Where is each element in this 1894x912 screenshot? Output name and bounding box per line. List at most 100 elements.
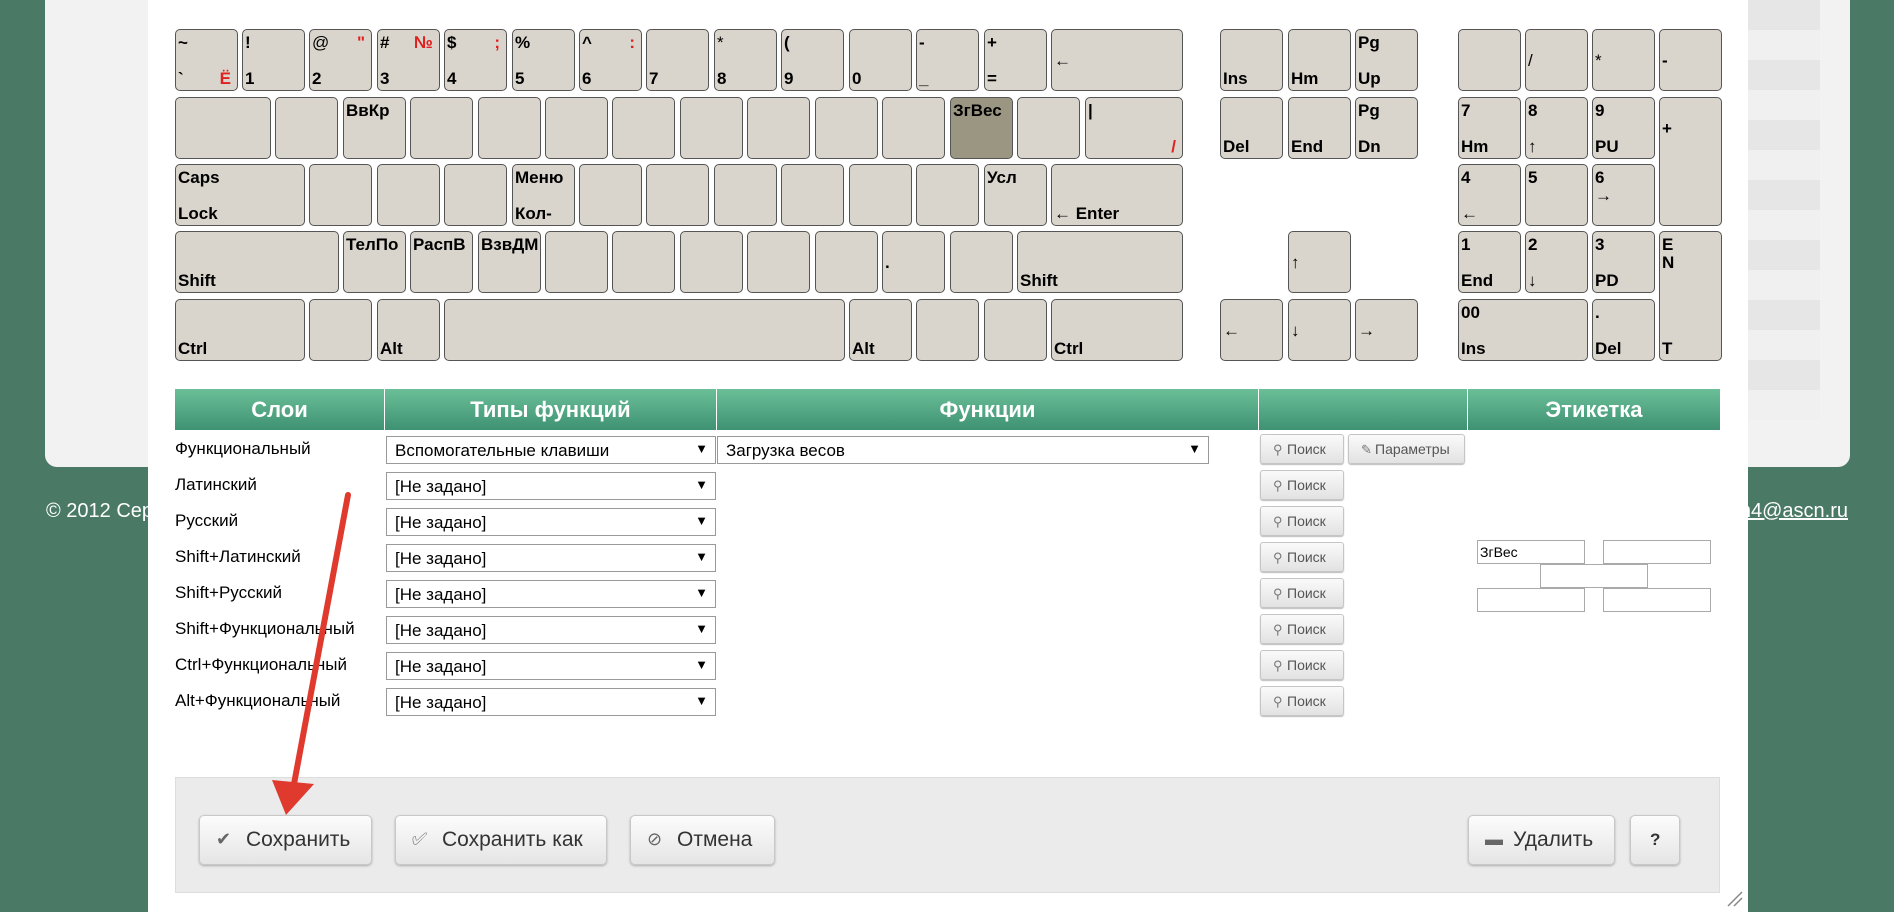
keyboard-key[interactable]: * 8 [714, 29, 777, 91]
keyboard-key[interactable]: EN T [1659, 231, 1722, 361]
keyboard-key[interactable] [984, 299, 1047, 361]
search-button[interactable]: ⚲ Поиск [1260, 686, 1344, 716]
keyboard-key[interactable]: ! 1 [242, 29, 305, 91]
label-input-2[interactable] [1603, 540, 1711, 564]
function-select[interactable]: Загрузка весов ▼ [717, 436, 1209, 464]
label-input-3[interactable] [1540, 564, 1648, 588]
function-type-select[interactable]: [Не задано] ▼ [386, 472, 716, 500]
label-input-1[interactable]: ЗгВес [1477, 540, 1585, 564]
function-type-select[interactable]: [Не задано] ▼ [386, 508, 716, 536]
keyboard-key[interactable] [680, 97, 743, 159]
keyboard-key[interactable]: ← [1220, 299, 1283, 361]
keyboard-key[interactable]: 00 Ins [1458, 299, 1588, 361]
keyboard-key[interactable] [1017, 97, 1080, 159]
keyboard-key[interactable] [377, 164, 440, 226]
search-button[interactable]: ⚲ Поиск [1260, 650, 1344, 680]
keyboard-key[interactable]: ТелПо [343, 231, 406, 293]
search-button[interactable]: ⚲ Поиск [1260, 542, 1344, 572]
keyboard-key[interactable]: 3 PD [1592, 231, 1655, 293]
keyboard-key[interactable] [410, 97, 473, 159]
keyboard-key[interactable]: ^: 6 [579, 29, 642, 91]
keyboard-key[interactable]: ← Enter [1051, 164, 1183, 226]
keyboard-key[interactable] [849, 164, 912, 226]
search-button[interactable]: ⚲ Поиск [1260, 434, 1344, 464]
function-type-select[interactable]: [Не задано] ▼ [386, 544, 716, 572]
keyboard-key[interactable] [815, 97, 878, 159]
keyboard-key[interactable] [1458, 29, 1521, 91]
label-input-4[interactable] [1477, 588, 1585, 612]
label-input-5[interactable] [1603, 588, 1711, 612]
function-type-select[interactable]: [Не задано] ▼ [386, 652, 716, 680]
keyboard-key[interactable]: # № 3 [377, 29, 440, 91]
keyboard-key[interactable]: / [1525, 29, 1588, 91]
function-type-select[interactable]: Вспомогательные клавиши ▼ [386, 436, 716, 464]
keyboard-key[interactable] [882, 97, 945, 159]
keyboard-key[interactable] [478, 97, 541, 159]
keyboard-key[interactable]: ВзвДМ [478, 231, 541, 293]
function-type-select[interactable]: [Не задано] ▼ [386, 616, 716, 644]
keyboard-key[interactable]: ↑ [1288, 231, 1351, 293]
keyboard-key[interactable]: @ " 2 [309, 29, 372, 91]
keyboard-key[interactable] [916, 299, 979, 361]
keyboard-key[interactable]: 5 [1525, 164, 1588, 226]
keyboard-key[interactable]: 7 [646, 29, 709, 91]
keyboard-key[interactable] [612, 231, 675, 293]
keyboard-key[interactable]: Shift [175, 231, 339, 293]
resize-grip-icon[interactable] [1724, 888, 1744, 908]
keyboard-key[interactable]: ← [1051, 29, 1183, 91]
keyboard-key[interactable] [545, 97, 608, 159]
keyboard-key[interactable]: . Del [1592, 299, 1655, 361]
keyboard-key[interactable]: | / [1085, 97, 1183, 159]
keyboard-key[interactable]: Pg Up [1355, 29, 1418, 91]
function-type-select[interactable]: [Не задано] ▼ [386, 580, 716, 608]
keyboard-key[interactable]: Ctrl [1051, 299, 1183, 361]
keyboard-key[interactable] [309, 164, 372, 226]
keyboard-key[interactable] [175, 97, 271, 159]
search-button[interactable]: ⚲ Поиск [1260, 470, 1344, 500]
keyboard-key[interactable]: РаспВ [410, 231, 473, 293]
keyboard-key[interactable] [714, 164, 777, 226]
keyboard-key[interactable]: Shift [1017, 231, 1183, 293]
keyboard-key[interactable]: Alt [377, 299, 440, 361]
keyboard-key[interactable] [747, 231, 810, 293]
keyboard-key[interactable]: 6 → [1592, 164, 1655, 226]
keyboard-key[interactable]: 0 [849, 29, 912, 91]
cancel-button[interactable]: ⊘ Отмена [630, 815, 775, 865]
keyboard-key[interactable]: 2 ↓ [1525, 231, 1588, 293]
keyboard-key[interactable]: Alt [849, 299, 912, 361]
delete-button[interactable]: ▬ Удалить [1468, 815, 1615, 865]
footer-email-link[interactable]: m4@ascn.ru [1734, 500, 1848, 523]
keyboard-key[interactable]: % 5 [512, 29, 575, 91]
keyboard-key[interactable]: 9 PU [1592, 97, 1655, 159]
keyboard-key[interactable] [680, 231, 743, 293]
keyboard-key[interactable]: (9 [781, 29, 844, 91]
keyboard-key[interactable]: Caps Lock [175, 164, 305, 226]
save-as-button[interactable]: ✅︎ Сохранить как [395, 815, 607, 865]
keyboard-key[interactable] [309, 299, 372, 361]
keyboard-key[interactable] [579, 164, 642, 226]
keyboard-key[interactable]: 8 ↑ [1525, 97, 1588, 159]
keyboard-key[interactable]: ВвКр [343, 97, 406, 159]
keyboard-key[interactable]: Усл [984, 164, 1047, 226]
keyboard-key[interactable] [275, 97, 338, 159]
keyboard-key[interactable]: ЗгВес [950, 97, 1013, 159]
keyboard-key[interactable] [781, 164, 844, 226]
search-button[interactable]: ⚲ Поиск [1260, 614, 1344, 644]
keyboard-key[interactable] [444, 164, 507, 226]
keyboard-key[interactable]: 1 End [1458, 231, 1521, 293]
keyboard-key[interactable]: ↓ [1288, 299, 1351, 361]
keyboard-key[interactable] [612, 97, 675, 159]
keyboard-key[interactable]: $; 4 [444, 29, 507, 91]
search-button[interactable]: ⚲ Поиск [1260, 578, 1344, 608]
keyboard-key[interactable]: Ins [1220, 29, 1283, 91]
keyboard-key[interactable]: * [1592, 29, 1655, 91]
keyboard-key[interactable]: . [882, 231, 945, 293]
keyboard-key[interactable] [545, 231, 608, 293]
function-type-select[interactable]: [Не задано] ▼ [386, 688, 716, 716]
keyboard-key[interactable]: Меню Кол- [512, 164, 575, 226]
keyboard-key[interactable]: - [1659, 29, 1722, 91]
search-button[interactable]: ⚲ Поиск [1260, 506, 1344, 536]
help-button[interactable]: ? [1630, 815, 1680, 865]
keyboard-key[interactable]: Pg Dn [1355, 97, 1418, 159]
keyboard-key[interactable]: End [1288, 97, 1351, 159]
